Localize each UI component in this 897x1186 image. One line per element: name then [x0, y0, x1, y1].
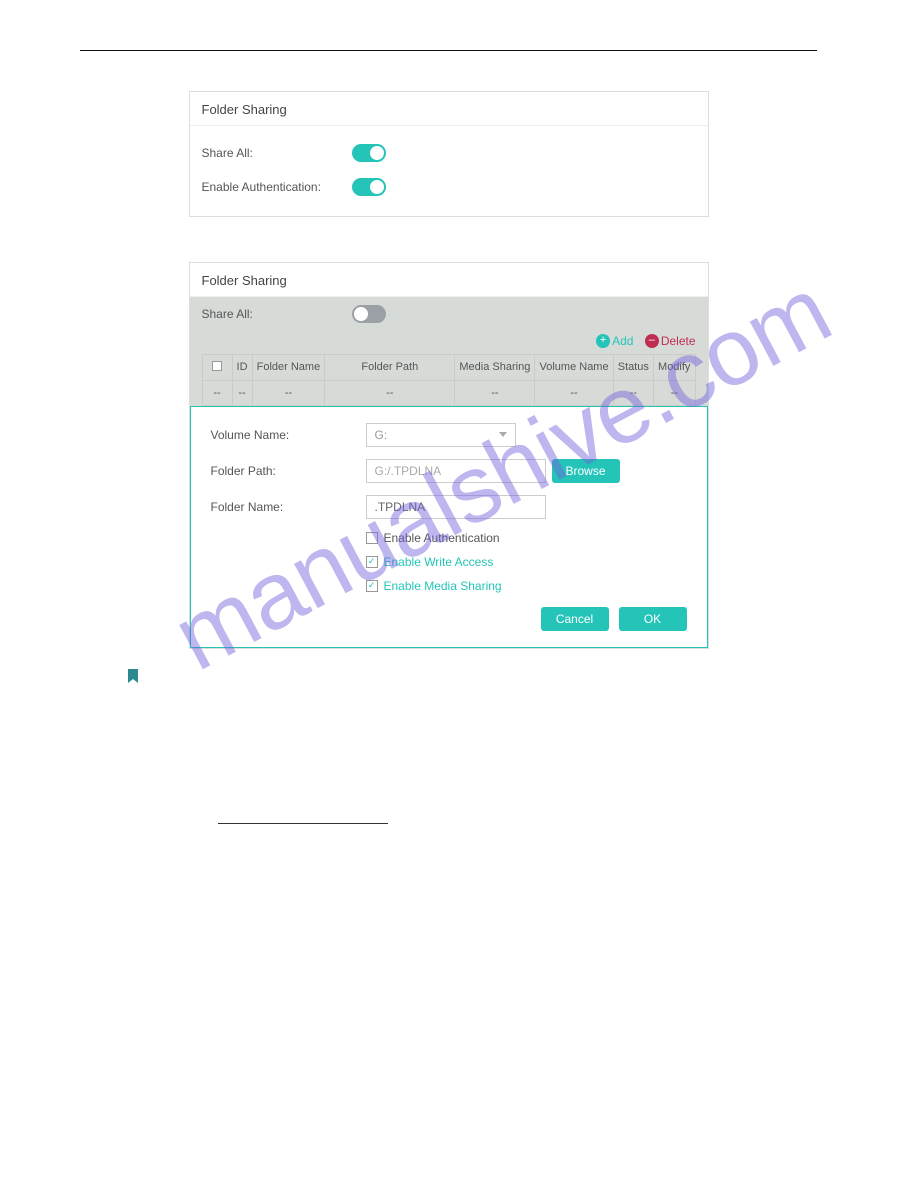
delete-button[interactable]: Delete: [661, 334, 696, 348]
col-id: ID: [232, 354, 252, 380]
folder-path-label: Folder Path:: [211, 464, 366, 478]
cancel-button[interactable]: Cancel: [541, 607, 609, 631]
col-folder-path: Folder Path: [325, 354, 455, 380]
folder-name-input[interactable]: .TPDLNA: [366, 495, 546, 519]
col-status: Status: [613, 354, 653, 380]
folder-name-label: Folder Name:: [211, 500, 366, 514]
underline-rule: [218, 823, 388, 824]
col-volume-name: Volume Name: [535, 354, 613, 380]
col-folder-name: Folder Name: [252, 354, 325, 380]
col-media-sharing: Media Sharing: [455, 354, 535, 380]
ok-button[interactable]: OK: [619, 607, 687, 631]
enable-auth-checkbox[interactable]: [366, 532, 378, 544]
share-all-label-2: Share All:: [202, 307, 352, 321]
enable-auth-toggle[interactable]: [352, 178, 386, 196]
enable-auth-cb-label: Enable Authentication: [384, 531, 500, 545]
share-all-toggle-2[interactable]: [352, 305, 386, 323]
folder-path-input[interactable]: G:/.TPDLNA: [366, 459, 546, 483]
folder-sharing-panel-2: Folder Sharing Share All: +Add –Delete I…: [189, 262, 709, 649]
enable-auth-label: Enable Authentication:: [202, 180, 352, 194]
share-all-toggle[interactable]: [352, 144, 386, 162]
folder-table: ID Folder Name Folder Path Media Sharing…: [202, 354, 696, 406]
add-icon[interactable]: +: [596, 334, 610, 348]
volume-name-label: Volume Name:: [211, 428, 366, 442]
select-all-checkbox[interactable]: [212, 361, 222, 371]
add-button[interactable]: Add: [612, 334, 633, 348]
chevron-down-icon: [499, 432, 507, 437]
folder-sharing-panel-1: Folder Sharing Share All: Enable Authent…: [189, 91, 709, 217]
enable-write-cb-label: Enable Write Access: [384, 555, 494, 569]
bookmark-icon: [128, 669, 817, 683]
enable-write-checkbox[interactable]: ✓: [366, 556, 378, 568]
browse-button[interactable]: Browse: [552, 459, 620, 483]
col-modify: Modify: [653, 354, 695, 380]
add-folder-form: Volume Name: G: Folder Path: G:/.TPDLNA …: [190, 406, 708, 648]
share-all-label: Share All:: [202, 146, 352, 160]
panel-title: Folder Sharing: [190, 92, 708, 126]
volume-name-select[interactable]: G:: [366, 423, 516, 447]
enable-media-checkbox[interactable]: ✓: [366, 580, 378, 592]
enable-media-cb-label: Enable Media Sharing: [384, 579, 502, 593]
table-row: -- -- -- -- -- -- -- --: [202, 380, 695, 405]
panel2-title: Folder Sharing: [190, 263, 708, 297]
delete-icon[interactable]: –: [645, 334, 659, 348]
